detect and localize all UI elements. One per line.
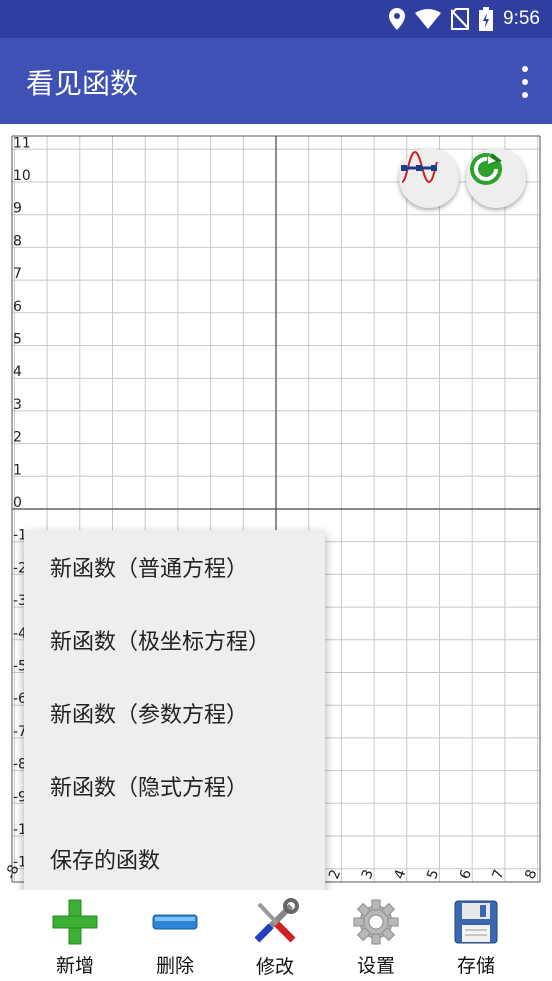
menu-item-polar-equation[interactable]: 新函数（极坐标方程） xyxy=(24,603,325,676)
gear-icon xyxy=(352,898,400,945)
status-time: 9:56 xyxy=(503,8,540,29)
delete-button[interactable]: 删除 xyxy=(125,898,225,978)
plus-icon xyxy=(51,898,99,945)
floppy-disk-icon xyxy=(452,898,500,945)
app-title: 看见函数 xyxy=(26,67,139,100)
battery-charging-icon xyxy=(479,7,494,31)
app-bar: 看见函数 xyxy=(0,38,552,124)
trace-curve-icon xyxy=(401,150,438,184)
menu-dot xyxy=(522,79,528,85)
y-tick-label: 4 xyxy=(13,364,22,380)
status-bar: 9:56 xyxy=(0,0,552,38)
wifi-icon xyxy=(415,9,442,29)
refresh-button[interactable] xyxy=(466,148,526,208)
minus-icon xyxy=(151,898,199,945)
menu-dot xyxy=(522,92,528,98)
save-button-label: 存储 xyxy=(456,955,495,977)
y-tick-label: 10 xyxy=(13,168,31,184)
more-vert-icon[interactable] xyxy=(518,66,532,98)
settings-button-label: 设置 xyxy=(356,955,395,977)
y-tick-label: 1 xyxy=(13,462,22,478)
location-icon xyxy=(389,8,406,30)
bottom-toolbar: 新增 删除 修改 设置 存储 xyxy=(0,890,552,981)
delete-button-label: 删除 xyxy=(155,955,194,977)
menu-item-saved-functions[interactable]: 保存的函数 xyxy=(24,822,325,895)
settings-button[interactable]: 设置 xyxy=(326,898,426,978)
trace-curve-button[interactable] xyxy=(399,148,459,208)
y-tick-label: 2 xyxy=(13,430,22,446)
menu-dot xyxy=(522,66,528,72)
y-tick-label: 0 xyxy=(13,495,22,511)
y-tick-label: 6 xyxy=(13,299,22,315)
y-tick-label: 11 xyxy=(13,135,31,151)
y-tick-label: 3 xyxy=(13,397,22,413)
add-button[interactable]: 新增 xyxy=(25,898,125,978)
y-tick-label: 9 xyxy=(13,201,22,217)
menu-item-normal-equation[interactable]: 新函数（普通方程） xyxy=(24,530,325,603)
menu-item-implicit-equation[interactable]: 新函数（隐式方程） xyxy=(24,749,325,822)
y-tick-label: 8 xyxy=(13,233,22,249)
y-tick-label: 5 xyxy=(13,332,22,348)
refresh-icon xyxy=(470,153,502,185)
edit-button-label: 修改 xyxy=(255,956,294,978)
add-button-label: 新增 xyxy=(55,955,94,977)
menu-item-parametric-equation[interactable]: 新函数（参数方程） xyxy=(24,676,325,749)
save-button[interactable]: 存储 xyxy=(426,898,526,978)
edit-button[interactable]: 修改 xyxy=(225,898,325,978)
no-sim-icon xyxy=(451,8,470,30)
y-tick-label: 7 xyxy=(13,266,22,282)
status-icons: 9:56 xyxy=(389,0,540,38)
tools-icon xyxy=(251,898,299,946)
new-function-menu: 新函数（普通方程） 新函数（极坐标方程） 新函数（参数方程） 新函数（隐式方程）… xyxy=(24,530,325,896)
